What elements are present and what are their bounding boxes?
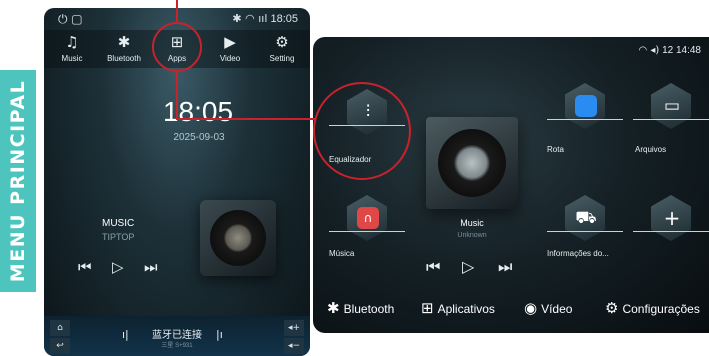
vinyl-disc [210, 210, 266, 266]
dock-video[interactable]: ◉ Vídeo [524, 299, 572, 317]
nav-bluetooth[interactable]: ✱ Bluetooth [100, 32, 148, 63]
dock-label: Bluetooth [343, 302, 395, 316]
nav-label: Music [61, 54, 83, 63]
nav-label: Setting [269, 54, 295, 63]
music-subtitle: Unknown [457, 232, 487, 239]
nav-label: Video [219, 54, 241, 63]
menu-label-text: MENU PRINCIPAL [7, 79, 29, 283]
status-time: 18:05 [270, 13, 298, 25]
landscape-screen: ◠ ◂) 12 14:48 ⫶ Equalizador Rota ▭ Arqui… [313, 37, 709, 333]
dock-configuracoes[interactable]: ⚙ Configurações [605, 299, 700, 317]
apps-grid-icon: ⊞ [421, 299, 434, 317]
app-label: Arquivos [635, 145, 667, 154]
music-note-icon: ♫ [65, 33, 79, 51]
divider [547, 231, 623, 232]
app-rota[interactable]: Rota [547, 83, 623, 154]
nav-music[interactable]: ♫ Music [48, 32, 96, 63]
play-circle-icon: ▶ [224, 33, 236, 51]
nav-setting[interactable]: ⚙ Setting [258, 32, 306, 63]
wifi-icon: ◠ ◂) [638, 45, 660, 56]
next-icon[interactable]: ⏭ [144, 258, 158, 276]
divider [329, 231, 405, 232]
screenshot: MENU PRINCIPAL ⏻ ▢ ✱ ◠ ııl 18:05 ♫ Music… [0, 0, 709, 356]
callout-line-horizontal [176, 118, 316, 120]
callout-line-vertical [176, 71, 178, 119]
app-informacoes[interactable]: ⛟ Informações do... [547, 195, 623, 258]
album-cover[interactable] [426, 117, 518, 209]
bluetooth-icon: ✱ [327, 299, 340, 317]
callout-circle-apps [152, 22, 202, 72]
music-artist: TIPTOP [102, 232, 135, 242]
app-label: Rota [547, 145, 564, 154]
dock-label: Vídeo [541, 302, 573, 316]
status-bar-text: 12 14:48 [662, 45, 701, 56]
vinyl-disc [438, 129, 506, 197]
callout-line-top [176, 0, 178, 22]
gear-icon: ⚙ [275, 33, 289, 51]
app-arquivos[interactable]: ▭ Arquivos [633, 83, 709, 154]
divider [547, 119, 623, 120]
gear-icon: ⚙ [605, 299, 619, 317]
add-icon: + [663, 206, 681, 230]
bottom-dock: ✱ Bluetooth ⊞ Aplicativos ◉ Vídeo ⚙ Configur… [313, 285, 709, 333]
app-label: Música [329, 249, 355, 258]
dock-bluetooth[interactable]: ✱ Bluetooth [327, 299, 394, 317]
music-title: MUSIC [102, 218, 135, 229]
date: 2025-09-03 [173, 132, 225, 143]
play-icon[interactable]: ▷ [462, 257, 474, 276]
divider [633, 119, 709, 120]
next-icon[interactable]: ⏭ [498, 257, 512, 277]
bluetooth-icon: ✱ [117, 33, 131, 51]
play-circle-icon: ◉ [524, 299, 538, 317]
wifi-icon: ✱ ◠ ııl [232, 12, 268, 25]
car-icon: ⛟ [575, 208, 597, 228]
bottom-bar: ⌂ ↩ ◂+ ◂− ı| |ı 蓝牙已连接 三星 S+931 [44, 316, 310, 356]
nav-video[interactable]: ▶ Video [206, 32, 254, 63]
dock-label: Aplicativos [437, 302, 495, 316]
bluetooth-device: 三星 S+931 [161, 343, 193, 349]
app-label: Informações do... [547, 249, 609, 258]
divider [633, 231, 709, 232]
callout-circle-equalizer [313, 82, 411, 180]
power-icon[interactable]: ⏻ ▢ [58, 12, 83, 27]
music-title: Music [460, 218, 484, 228]
play-icon[interactable]: ▷ [112, 258, 124, 276]
app-add[interactable]: + [633, 195, 709, 251]
album-cover[interactable] [200, 200, 276, 276]
dock-aplicativos[interactable]: ⊞ Aplicativos [421, 299, 495, 317]
nav-label: Bluetooth [107, 54, 141, 63]
headphones-icon: ∩ [357, 207, 379, 229]
dock-label: Configurações [622, 302, 700, 316]
app-musica[interactable]: ∩ Música [329, 195, 405, 258]
previous-icon[interactable]: ⏮ [78, 258, 92, 276]
folder-icon: ▭ [663, 96, 681, 116]
previous-icon[interactable]: ⏮ [426, 257, 440, 277]
bluetooth-status: 蓝牙已连接 [152, 330, 202, 341]
map-route-icon [575, 95, 597, 117]
